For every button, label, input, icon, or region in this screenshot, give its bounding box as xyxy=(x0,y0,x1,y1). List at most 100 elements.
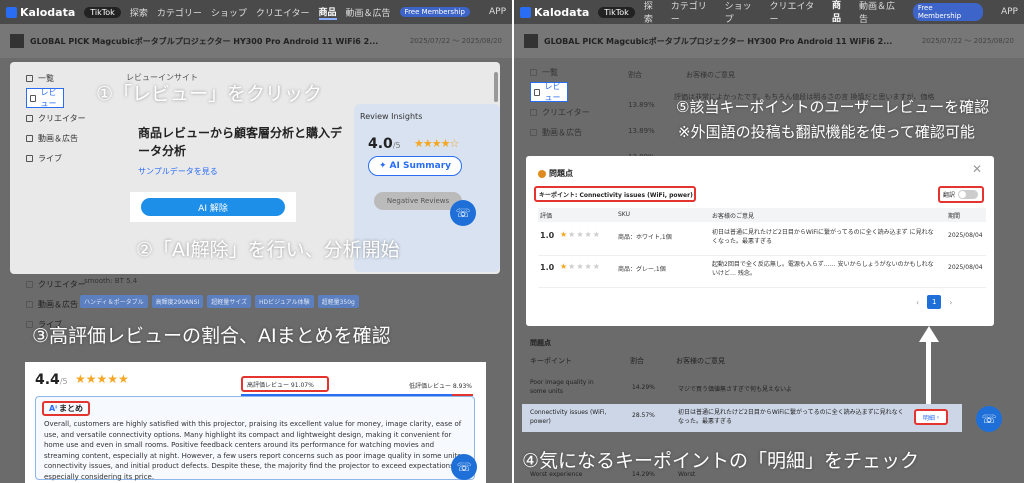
product-title: GLOBAL PICK Magcubicポータブルプロジェクター HY300 P… xyxy=(544,36,893,46)
feature-tag: 超軽量サイズ xyxy=(207,295,252,308)
nav-explore[interactable]: 探索 xyxy=(644,0,662,25)
feature-tags: ハンディ＆ポータブル 高輝度290ANSI 超軽量サイズ HDビジュアル体験 超… xyxy=(80,295,359,308)
insights-title: Review Insights xyxy=(360,112,423,121)
sidebar-item-live[interactable]: ライブ xyxy=(20,148,108,168)
date-range[interactable]: 2025/07/22 ～ 2025/08/20 xyxy=(410,36,502,46)
logo-text: Kalodata xyxy=(534,5,590,19)
keypoint-detail-modal: 問題点 ✕ キーポイント: Connectivity issues (WiFi,… xyxy=(526,156,994,326)
unlock-highlight: AI 解除 xyxy=(130,192,296,222)
free-membership-button[interactable]: Free Membership xyxy=(912,3,983,21)
app-link[interactable]: APP xyxy=(489,7,506,17)
sidebar-label: クリエイター xyxy=(38,113,86,123)
modal-title-text: 問題点 xyxy=(549,169,573,178)
toggle-switch[interactable] xyxy=(958,190,979,199)
product-bar: GLOBAL PICK Magcubicポータブルプロジェクター HY300 P… xyxy=(0,24,512,58)
sidebar-item-review[interactable]: レビュー xyxy=(530,82,568,102)
product-bar: GLOBAL PICK Magcubicポータブルプロジェクター HY300 P… xyxy=(514,24,1024,58)
sidebar-item-review[interactable]: レビュー xyxy=(26,88,64,108)
list-icon xyxy=(26,74,33,82)
sidebar-item-creator[interactable]: クリエイター xyxy=(20,108,108,128)
close-icon[interactable]: ✕ xyxy=(972,162,982,176)
column-header: お客様のご意見 xyxy=(686,71,735,79)
callout-step-5: ⑤該当キーポイントのユーザーレビューを確認 xyxy=(676,98,990,116)
list-title: 問題点 xyxy=(530,339,551,347)
nav-category[interactable]: カテゴリー xyxy=(157,6,202,19)
scrollbar[interactable] xyxy=(494,72,498,102)
star-rating: ★★★★★ xyxy=(560,230,601,239)
score-value: 4.4 xyxy=(35,372,60,388)
insight-headline: 商品レビューから顧客層分析と購入データ分析 xyxy=(138,126,343,158)
review-summary-card: 4.4/5 ★★★★★ 高評価レビュー 91.07% 低評価レビュー 8.93%… xyxy=(25,362,486,483)
video-icon xyxy=(530,128,537,136)
table-row: 1.0 ★ ★★★★ 商品：グレー,1個 起動2回目で全く反応無し。電源も入らず…… xyxy=(538,256,986,288)
sparkle-icon: ✦ xyxy=(378,161,387,171)
feature-tag: HDビジュアル体験 xyxy=(255,295,314,308)
callout-step-2: ②「AI解除」を行い、分析開始 xyxy=(136,239,400,261)
free-membership-button[interactable]: Free Membership xyxy=(399,7,470,17)
right-panel: Kalodata TikTok 探索 カテゴリー ショップ クリエイター 商品 … xyxy=(512,0,1024,483)
row-date: 2025/08/04 xyxy=(948,264,983,271)
problem-icon xyxy=(538,169,546,178)
app-link[interactable]: APP xyxy=(1001,7,1018,17)
sidebar-label: 動画＆広告 xyxy=(38,299,78,309)
nav-creator[interactable]: クリエイター xyxy=(256,6,310,19)
sidebar-label: クリエイター xyxy=(38,279,86,289)
nav-explore[interactable]: 探索 xyxy=(130,6,148,19)
product-feature-text: smooth: BT 5.4 xyxy=(84,277,138,285)
row-score: 1.0 xyxy=(540,263,555,272)
nav-shop[interactable]: ショップ xyxy=(211,6,247,19)
nav-product[interactable]: 商品 xyxy=(832,0,850,26)
logo[interactable]: Kalodata xyxy=(520,6,589,19)
pagination: ‹ 1 › xyxy=(916,295,952,309)
sample-data-link[interactable]: サンプルデータを見る xyxy=(138,166,218,177)
next-page-icon[interactable]: › xyxy=(949,298,952,307)
nav-video[interactable]: 動画＆広告 xyxy=(859,0,904,25)
sidebar: 一覧 レビュー クリエイター 動画＆広告 ライブ xyxy=(20,68,108,168)
feature-tag: 超軽量350g xyxy=(317,295,359,308)
sidebar-item-video[interactable]: 動画＆広告 xyxy=(524,122,612,142)
nav-shop[interactable]: ショップ xyxy=(725,0,761,25)
table-row: Poor image quality in some units 14.29% … xyxy=(522,376,962,404)
sidebar-label: 一覧 xyxy=(38,73,54,83)
platform-badge[interactable]: TikTok xyxy=(598,6,635,18)
star-rating: ★★★★★ xyxy=(75,372,129,386)
page-number[interactable]: 1 xyxy=(927,295,942,309)
sidebar-label: 動画＆広告 xyxy=(542,127,582,137)
nav-category[interactable]: カテゴリー xyxy=(671,0,716,25)
prev-page-icon[interactable]: ‹ xyxy=(916,298,919,307)
detail-button[interactable]: 明細 › xyxy=(914,409,948,425)
ai-unlock-button[interactable]: AI 解除 xyxy=(141,198,285,216)
date-range[interactable]: 2025/07/22 ～ 2025/08/20 xyxy=(922,36,1014,46)
table-row-highlighted: Connectivity issues (WiFi, power) 28.57%… xyxy=(522,404,962,432)
sidebar-label: レビュー xyxy=(544,82,561,102)
sidebar-item-overview[interactable]: 一覧 xyxy=(524,62,612,82)
platform-badge[interactable]: TikTok xyxy=(84,6,121,18)
nav-product[interactable]: 商品 xyxy=(318,5,337,20)
nav-video[interactable]: 動画＆広告 xyxy=(346,6,391,19)
sidebar-label: ライブ xyxy=(38,153,62,163)
sidebar-item-overview[interactable]: 一覧 xyxy=(20,68,108,88)
nav-creator[interactable]: クリエイター xyxy=(770,0,823,25)
ai-summary-button[interactable]: ✦ AI Summary xyxy=(368,156,462,176)
sidebar-label: 一覧 xyxy=(542,67,558,77)
negative-reviews-chip[interactable]: Negative Reviews xyxy=(374,192,462,210)
column-header: 割合 xyxy=(628,71,642,79)
sidebar-item-video[interactable]: 動画＆広告 xyxy=(20,128,108,148)
negative-rate-label: 低評価レビュー 8.93% xyxy=(409,383,472,390)
star-rating: ★★★★☆ xyxy=(414,137,459,150)
keypoint-pct: 28.57% xyxy=(632,412,655,419)
row-score: 1.0 xyxy=(540,231,555,240)
column-header: 割合 xyxy=(630,357,644,365)
keypoint-label: キーポイント: Connectivity issues (WiFi, power… xyxy=(534,186,696,202)
support-chat-icon[interactable]: ☏ xyxy=(976,406,1002,432)
row-comment: 初日は普通に見れたけど2日目からWiFiに繋がってるのに全く読み込まず に見れな… xyxy=(712,229,934,245)
logo[interactable]: Kalodata xyxy=(6,6,75,19)
row-comment: 起動2回目で全く反応無し。電源も入らず…… 安いからしょうがないのかもしれないけ… xyxy=(712,261,934,277)
translate-toggle[interactable]: 翻訳 xyxy=(938,186,984,203)
sidebar-item-creator[interactable]: クリエイター xyxy=(524,102,612,122)
left-panel: Kalodata TikTok 探索 カテゴリー ショップ クリエイター 商品 … xyxy=(0,0,512,483)
logo-icon xyxy=(520,6,531,18)
support-chat-icon[interactable]: ☏ xyxy=(451,454,477,480)
support-chat-icon[interactable]: ☏ xyxy=(450,200,476,226)
star-rating: ★★★★★ xyxy=(560,262,601,271)
